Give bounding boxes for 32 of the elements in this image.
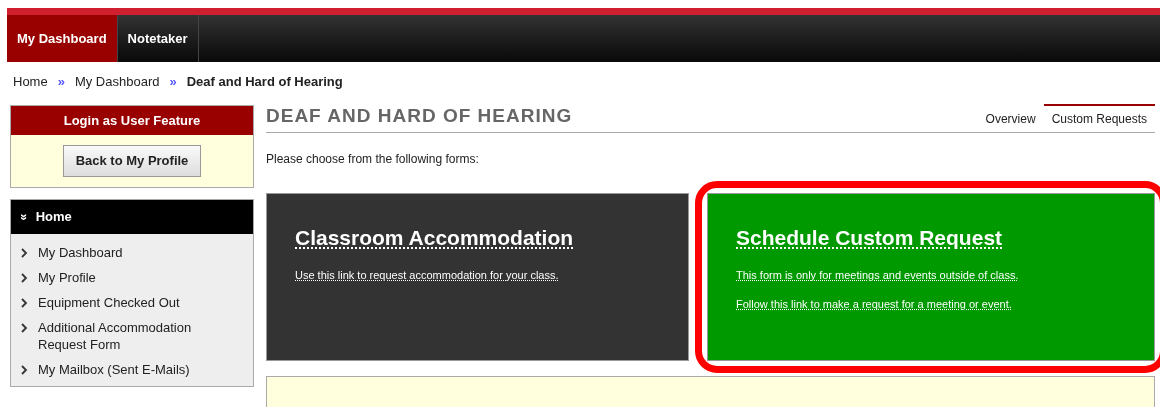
page-title: DEAF AND HARD OF HEARING bbox=[266, 103, 573, 128]
form-card[interactable]: Schedule Custom Request This form is only for meetings and events outside of class. Follow this link to make a request for a meeting or event. bbox=[707, 193, 1155, 361]
chevron-icon bbox=[21, 273, 28, 283]
sub-tab[interactable]: Custom Requests bbox=[1043, 104, 1155, 132]
separator-icon: » bbox=[57, 72, 65, 92]
chevron-icon bbox=[21, 323, 28, 333]
form-card[interactable]: Classroom Accommodation Use this link to request accommodation for your class. bbox=[266, 193, 689, 361]
sub-tab[interactable]: Overview bbox=[977, 104, 1044, 132]
back-button[interactable]: Back to My Profile bbox=[62, 145, 202, 177]
sidebar-item[interactable]: My Mailbox (Sent E-Mails) bbox=[11, 357, 253, 382]
nav-tab[interactable]: My Dashboard bbox=[7, 15, 118, 62]
card-link[interactable]: Follow this link to make a request for a meeting or event. bbox=[736, 296, 1126, 313]
chevron-icon bbox=[21, 248, 28, 258]
separator-icon: » bbox=[169, 72, 177, 92]
breadcrumb-current: Deaf and Hard of Hearing bbox=[186, 73, 343, 92]
breadcrumb-link[interactable]: Home bbox=[13, 72, 48, 92]
card-link[interactable]: Use this link to request accommodation for your class. bbox=[295, 266, 660, 283]
panel-title: Login as User Feature bbox=[11, 106, 253, 135]
sidebar-heading[interactable]: » Home bbox=[11, 200, 253, 234]
card-link[interactable]: This form is only for meetings and events outside of class. bbox=[736, 266, 1126, 283]
card-title[interactable]: Schedule Custom Request bbox=[736, 222, 1126, 254]
card-title[interactable]: Classroom Accommodation bbox=[295, 222, 660, 254]
sidebar-item[interactable]: Equipment Checked Out bbox=[11, 290, 253, 315]
breadcrumb-link[interactable]: My Dashboard bbox=[74, 72, 160, 92]
chevron-icon bbox=[21, 298, 28, 308]
sidebar-item[interactable]: Additional Accommodation Request Form bbox=[11, 315, 253, 357]
nav-tab[interactable]: Notetaker bbox=[117, 15, 199, 62]
intro-text: Please choose from the following forms: bbox=[266, 151, 480, 168]
chevron-icon bbox=[21, 365, 28, 375]
chevron-icon: » bbox=[15, 213, 34, 221]
sidebar-item[interactable]: My Profile bbox=[11, 265, 253, 290]
sidebar-item[interactable]: My Dashboard bbox=[11, 240, 253, 265]
